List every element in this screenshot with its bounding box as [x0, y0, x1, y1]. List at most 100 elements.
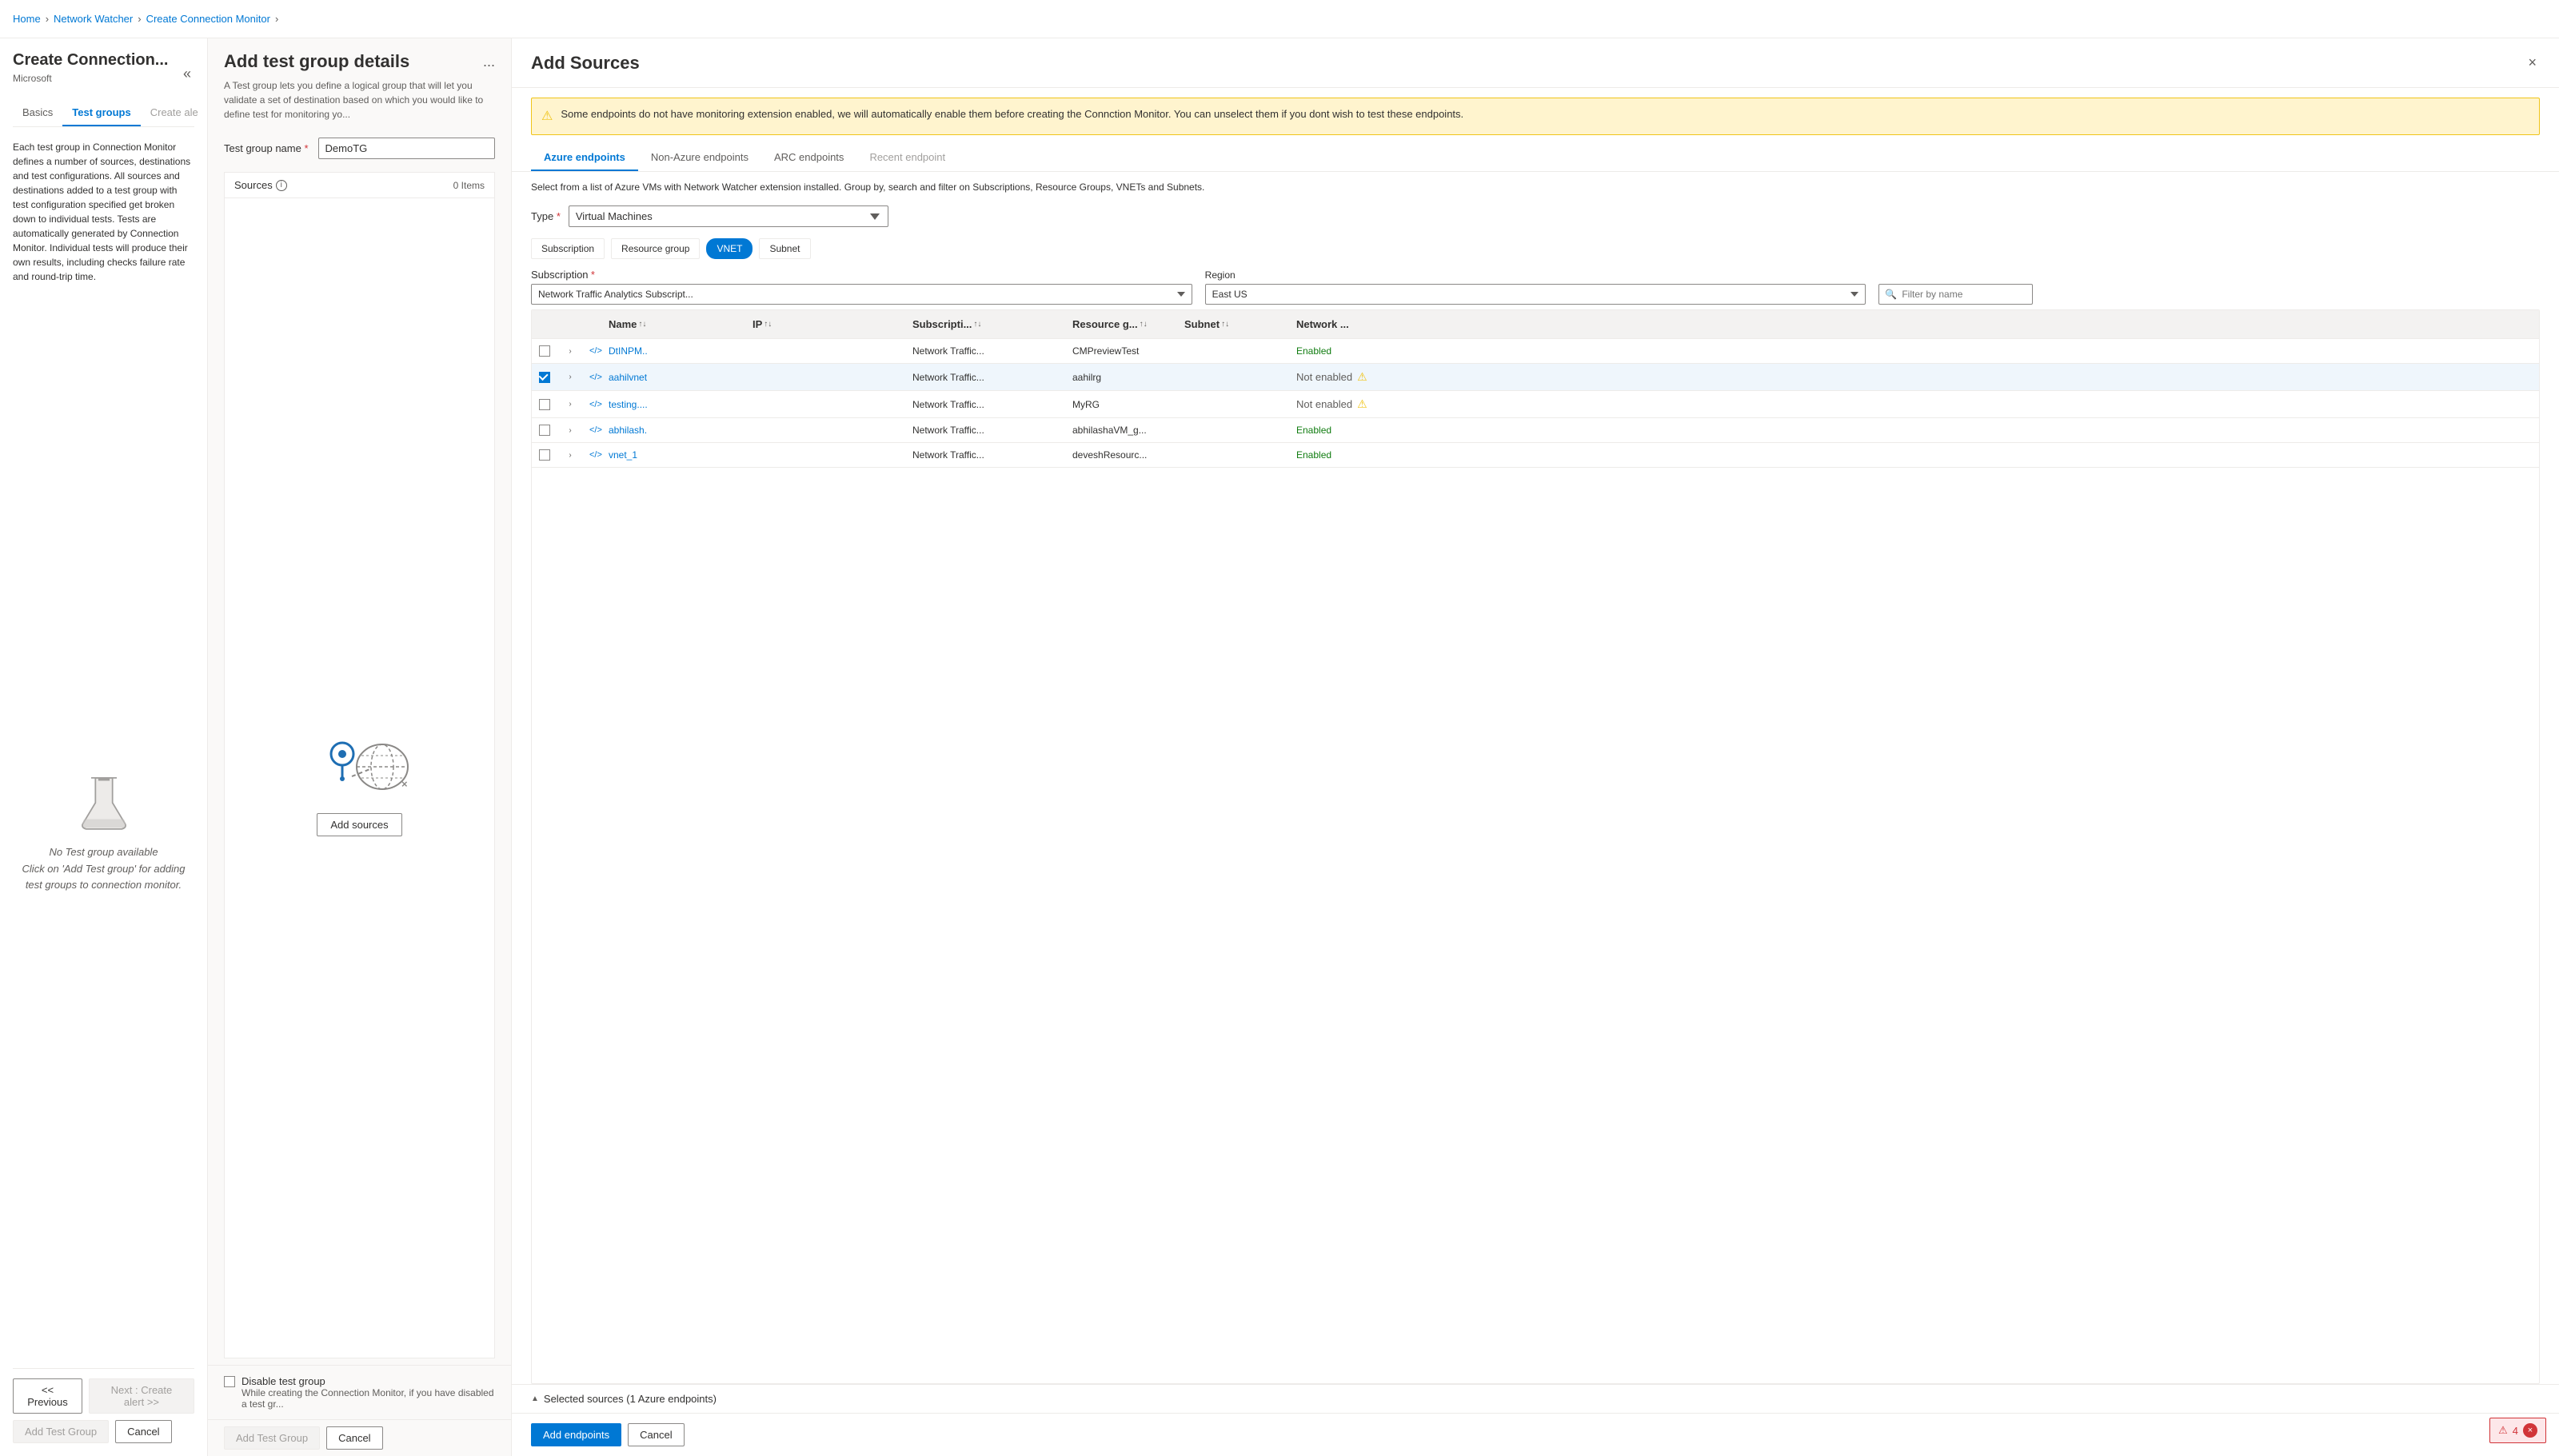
breadcrumb-sep3: ›	[275, 13, 278, 25]
row2-name[interactable]: testing....	[602, 393, 746, 417]
row1-expand[interactable]: ›	[557, 366, 583, 388]
breadcrumb-create-monitor[interactable]: Create Connection Monitor	[146, 13, 270, 25]
row3-checkbox-cell[interactable]	[532, 418, 557, 442]
row3-network: Enabled	[1290, 418, 2539, 442]
add-test-group-button[interactable]: Add Test Group	[13, 1420, 109, 1443]
th-ip[interactable]: IP ↑↓	[746, 315, 906, 333]
row0-expand[interactable]: ›	[557, 341, 583, 362]
center-description: A Test group lets you define a logical g…	[208, 78, 511, 131]
top-bar: Home › Network Watcher › Create Connecti…	[0, 0, 2559, 38]
filter-resource-group-button[interactable]: Resource group	[611, 238, 700, 259]
test-group-name-label: Test group name *	[224, 142, 309, 154]
selected-sources-footer[interactable]: ▲ Selected sources (1 Azure endpoints)	[512, 1384, 2559, 1413]
tab-create-alert[interactable]: Create ale	[141, 100, 208, 126]
row0-resource-group: CMPreviewTest	[1066, 339, 1178, 363]
row4-checkbox-cell[interactable]	[532, 443, 557, 467]
sort-name-icon[interactable]: ↑↓	[638, 320, 646, 329]
error-badge[interactable]: ⚠ 4 ×	[2489, 1418, 2546, 1443]
tab-arc-endpoints[interactable]: ARC endpoints	[761, 145, 856, 171]
sources-header: Sources i 0 Items	[225, 173, 494, 198]
row2-expand[interactable]: ›	[557, 393, 583, 415]
row4-subnet	[1178, 449, 1290, 461]
row1-subnet	[1178, 371, 1290, 384]
filter-name-group: 🔍	[1878, 269, 2540, 305]
filter-subscription-button[interactable]: Subscription	[531, 238, 605, 259]
chevron-up-icon: ▲	[531, 1394, 539, 1403]
cancel-panel-button[interactable]: Cancel	[628, 1423, 684, 1446]
center-more-button[interactable]: ...	[483, 54, 495, 70]
row1-name[interactable]: aahilvnet	[602, 365, 746, 389]
tab-basics[interactable]: Basics	[13, 100, 62, 126]
row1-icon: </>	[583, 366, 602, 389]
row1-warning-icon: ⚠	[1357, 370, 1367, 384]
row2-resource-group: MyRG	[1066, 393, 1178, 417]
row0-checkbox[interactable]	[539, 345, 550, 357]
row3-ip	[746, 424, 906, 437]
row3-subnet	[1178, 424, 1290, 437]
row0-ip	[746, 345, 906, 357]
th-icon	[583, 315, 602, 333]
tab-test-groups[interactable]: Test groups	[62, 100, 140, 126]
subscription-select[interactable]: Network Traffic Analytics Subscript...	[531, 284, 1192, 305]
sidebar-description: Each test group in Connection Monitor de…	[13, 140, 194, 284]
type-select[interactable]: Virtual Machines	[569, 205, 888, 227]
tab-non-azure-endpoints[interactable]: Non-Azure endpoints	[638, 145, 761, 171]
add-endpoints-button[interactable]: Add endpoints	[531, 1423, 621, 1446]
th-subscription[interactable]: Subscripti... ↑↓	[906, 315, 1066, 333]
row1-checkbox-cell[interactable]	[532, 365, 557, 389]
breadcrumb-network-watcher[interactable]: Network Watcher	[54, 13, 133, 25]
sort-subscription-icon[interactable]: ↑↓	[973, 320, 981, 329]
sort-ip-icon[interactable]: ↑↓	[764, 320, 772, 329]
breadcrumb-home[interactable]: Home	[13, 13, 41, 25]
row2-checkbox[interactable]	[539, 399, 550, 410]
th-resource-group[interactable]: Resource g... ↑↓	[1066, 315, 1178, 333]
sort-resource-group-icon[interactable]: ↑↓	[1140, 320, 1148, 329]
filter-name-input[interactable]	[1878, 284, 2033, 305]
th-expand	[557, 315, 583, 333]
cancel-center-button[interactable]: Cancel	[326, 1426, 382, 1450]
sidebar-collapse-button[interactable]: «	[180, 62, 194, 86]
sources-box: Sources i 0 Items	[224, 172, 495, 1358]
row2-network: Not enabled ⚠	[1290, 391, 2539, 417]
row3-checkbox[interactable]	[539, 425, 550, 436]
table-body: › </> DtINPM.. Network Traffic... CMPrev…	[532, 339, 2539, 468]
subscription-label: Subscription *	[531, 269, 1192, 281]
row4-checkbox[interactable]	[539, 449, 550, 461]
sources-info-icon[interactable]: i	[276, 180, 287, 191]
row4-expand[interactable]: ›	[557, 445, 583, 466]
selected-sources-text: Selected sources (1 Azure endpoints)	[544, 1393, 717, 1405]
previous-button[interactable]: << Previous	[13, 1378, 82, 1414]
test-group-name-input[interactable]	[318, 138, 495, 159]
row1-checkbox[interactable]	[539, 372, 550, 383]
add-test-group-center-button[interactable]: Add Test Group	[224, 1426, 320, 1450]
row1-ip	[746, 371, 906, 384]
row0-subscription: Network Traffic...	[906, 339, 1066, 363]
error-badge-close[interactable]: ×	[2523, 1423, 2537, 1438]
row4-name[interactable]: vnet_1	[602, 443, 746, 467]
row1-resource-group: aahilrg	[1066, 365, 1178, 389]
filter-vnet-button[interactable]: VNET	[706, 238, 753, 259]
row0-name[interactable]: DtINPM..	[602, 339, 746, 363]
row2-ip	[746, 398, 906, 411]
sidebar-action-buttons: Add Test Group Cancel	[13, 1420, 194, 1443]
row3-icon: </>	[583, 419, 602, 441]
table-row: › </> testing.... Network Traffic... MyR…	[532, 391, 2539, 418]
close-panel-button[interactable]: ×	[2525, 51, 2540, 74]
filter-subnet-button[interactable]: Subnet	[759, 238, 810, 259]
test-group-name-row: Test group name *	[208, 131, 511, 166]
cancel-button-sidebar[interactable]: Cancel	[115, 1420, 171, 1443]
row2-checkbox-cell[interactable]	[532, 393, 557, 417]
th-name[interactable]: Name ↑↓	[602, 315, 746, 333]
row3-expand[interactable]: ›	[557, 420, 583, 441]
disable-test-group-checkbox[interactable]	[224, 1376, 235, 1387]
tab-azure-endpoints[interactable]: Azure endpoints	[531, 145, 638, 171]
add-sources-button[interactable]: Add sources	[317, 813, 401, 836]
row4-subscription: Network Traffic...	[906, 443, 1066, 467]
sort-subnet-icon[interactable]: ↑↓	[1221, 320, 1229, 329]
row3-name[interactable]: abhilash.	[602, 418, 746, 442]
panel-header: Add Sources ×	[512, 38, 2559, 88]
region-select[interactable]: East US	[1205, 284, 1866, 305]
row0-checkbox-cell[interactable]	[532, 339, 557, 363]
row4-icon: </>	[583, 444, 602, 466]
th-subnet[interactable]: Subnet ↑↓	[1178, 315, 1290, 333]
